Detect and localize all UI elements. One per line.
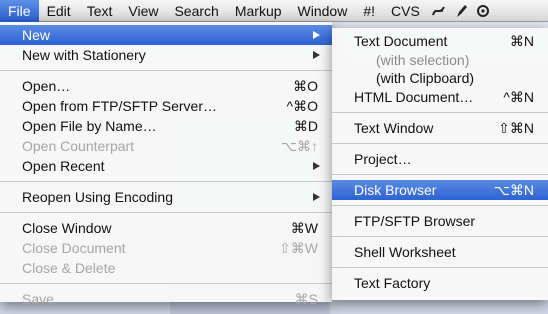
menu-separator bbox=[332, 205, 548, 206]
menu-window[interactable]: Window bbox=[290, 0, 356, 22]
menu-item-open-ftp[interactable]: Open from FTP/SFTP Server… ^⌘O bbox=[0, 96, 332, 116]
menu-separator bbox=[332, 236, 548, 237]
menu-item-html-document[interactable]: HTML Document… ^⌘N bbox=[332, 87, 548, 107]
menu-item-project[interactable]: Project… bbox=[332, 149, 548, 169]
menu-item-label: Text Window bbox=[354, 120, 434, 136]
menu-item-label: Open File by Name… bbox=[22, 118, 157, 134]
menu-item-open-by-name[interactable]: Open File by Name… ⌘D bbox=[0, 116, 332, 136]
menu-item-label: Shell Worksheet bbox=[354, 244, 456, 260]
menu-item-label: Close Window bbox=[22, 220, 112, 236]
menu-item-label: New with Stationery bbox=[22, 47, 146, 63]
menu-item-label: Disk Browser bbox=[354, 182, 437, 198]
shortcut-label: ^⌘O bbox=[286, 98, 318, 114]
menu-item-open[interactable]: Open… ⌘O bbox=[0, 76, 332, 96]
menu-separator bbox=[332, 174, 548, 175]
menu-item-label: Open Counterpart bbox=[22, 138, 135, 154]
script-icon[interactable] bbox=[428, 0, 450, 22]
new-submenu: Text Document ⌘N (with selection) (with … bbox=[332, 28, 548, 300]
submenu-arrow-icon bbox=[313, 31, 320, 39]
menu-item-label: Open Recent bbox=[22, 158, 105, 174]
menu-item-open-recent[interactable]: Open Recent bbox=[0, 156, 332, 176]
menu-item-label: Reopen Using Encoding bbox=[22, 189, 173, 205]
menu-item-label: Project… bbox=[354, 151, 412, 167]
menu-item-label: Close & Delete bbox=[22, 260, 116, 276]
menu-item-label: Save bbox=[22, 291, 54, 307]
menu-markup[interactable]: Markup bbox=[227, 0, 290, 22]
pencil-icon[interactable] bbox=[450, 0, 472, 22]
shortcut-label: ⇧⌘W bbox=[279, 240, 318, 256]
settings-icon[interactable] bbox=[472, 0, 494, 22]
menu-item-label: Text Factory bbox=[354, 275, 431, 291]
menu-item-with-clipboard[interactable]: (with Clipboard) bbox=[332, 69, 548, 87]
menu-file[interactable]: File bbox=[0, 0, 39, 22]
menu-item-reopen-encoding[interactable]: Reopen Using Encoding bbox=[0, 187, 332, 207]
menu-separator bbox=[332, 143, 548, 144]
menu-item-label: Close Document bbox=[22, 240, 126, 256]
menu-item-label: Open from FTP/SFTP Server… bbox=[22, 98, 218, 114]
menu-item-text-document[interactable]: Text Document ⌘N bbox=[332, 31, 548, 51]
menu-item-save: Save ⌘S bbox=[0, 289, 332, 309]
menu-text[interactable]: Text bbox=[79, 0, 121, 22]
menu-item-with-selection: (with selection) bbox=[376, 52, 470, 68]
menu-item-label: HTML Document… bbox=[354, 89, 474, 105]
shortcut-label: ⇧⌘N bbox=[498, 120, 534, 136]
menu-separator bbox=[332, 112, 548, 113]
menu-item-shell-worksheet[interactable]: Shell Worksheet bbox=[332, 242, 548, 262]
menu-cvs[interactable]: CVS bbox=[383, 0, 428, 22]
menu-bar: File Edit Text View Search Markup Window… bbox=[0, 0, 548, 22]
menu-item-close-document: Close Document ⇧⌘W bbox=[0, 238, 332, 258]
menu-item-label: New bbox=[22, 27, 51, 43]
menu-view[interactable]: View bbox=[120, 0, 166, 22]
submenu-arrow-icon bbox=[313, 193, 320, 201]
shortcut-label: ⌘D bbox=[293, 118, 318, 134]
menu-separator bbox=[0, 283, 332, 284]
menu-item-close-window[interactable]: Close Window ⌘W bbox=[0, 218, 332, 238]
menu-item-open-counterpart: Open Counterpart ⌥⌘↑ bbox=[0, 136, 332, 156]
menu-item-label: FTP/SFTP Browser bbox=[354, 213, 476, 229]
menu-item-label: Open… bbox=[22, 78, 71, 94]
menu-item-new-with-stationery[interactable]: New with Stationery bbox=[0, 45, 332, 65]
menu-item-label: Text Document bbox=[354, 33, 448, 49]
menu-item-text-factory[interactable]: Text Factory bbox=[332, 273, 548, 293]
shortcut-label: ⌥⌘↑ bbox=[280, 138, 318, 154]
menu-item-text-window[interactable]: Text Window ⇧⌘N bbox=[332, 118, 548, 138]
menu-edit[interactable]: Edit bbox=[39, 0, 79, 22]
submenu-arrow-icon bbox=[313, 162, 320, 170]
shortcut-label: ^⌘N bbox=[503, 89, 534, 105]
shortcut-label: ⌘W bbox=[290, 220, 318, 236]
menu-item-new[interactable]: New bbox=[0, 25, 332, 45]
menu-item-close-delete: Close & Delete bbox=[0, 258, 332, 278]
menu-separator bbox=[0, 181, 332, 182]
shortcut-label: ⌥⌘N bbox=[493, 182, 534, 198]
menu-separator bbox=[0, 212, 332, 213]
shortcut-label: ⌘S bbox=[294, 291, 318, 307]
file-menu: New New with Stationery Open… ⌘O Open fr… bbox=[0, 22, 332, 307]
menu-shebang[interactable]: #! bbox=[355, 0, 383, 22]
menu-item-disk-browser[interactable]: Disk Browser ⌥⌘N bbox=[332, 180, 548, 200]
menu-item-ftp-browser[interactable]: FTP/SFTP Browser bbox=[332, 211, 548, 231]
menu-search[interactable]: Search bbox=[166, 0, 226, 22]
shortcut-label: ⌘O bbox=[293, 78, 318, 94]
submenu-arrow-icon bbox=[313, 51, 320, 59]
menu-separator bbox=[332, 267, 548, 268]
menu-separator bbox=[0, 70, 332, 71]
shortcut-label: ⌘N bbox=[509, 33, 534, 49]
